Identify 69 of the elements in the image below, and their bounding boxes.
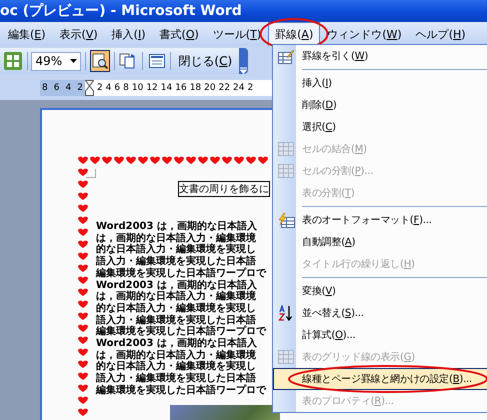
menu-item[interactable]: 線種とページ罫線と網かけの設定(B)...: [273, 368, 487, 390]
lightning-table-icon: [278, 212, 294, 228]
ruler-number: 2: [96, 83, 103, 93]
menu-bar-item[interactable]: ヘルプ(H): [408, 22, 473, 46]
menu-bar-item[interactable]: 挿入(I): [104, 22, 153, 46]
multiple-pages-button[interactable]: [3, 50, 23, 72]
menu-item[interactable]: 挿入(I): [273, 72, 487, 94]
body-text-line: は，画期的な日本語入力・編集環境: [96, 350, 257, 361]
ruler-number: 4: [106, 83, 112, 93]
ruler-number: 8: [123, 83, 129, 93]
menu-item[interactable]: 表のオートフォーマット(F)...: [273, 209, 487, 231]
ruler-number: 20: [204, 83, 216, 93]
toolbar-options-button[interactable]: [239, 48, 248, 74]
magnifier-toggle-button[interactable]: [90, 50, 110, 72]
ruler-number: 4: [65, 83, 72, 93]
body-text-line: 的な日本語入力・編集環境を実現し: [96, 361, 257, 372]
menu-bar-item[interactable]: ウィンドウ(W): [320, 22, 409, 46]
window-title: oc (プレビュー) - Microsoft Word: [0, 2, 242, 20]
menu-bar-item[interactable]: 表示(V): [52, 22, 105, 46]
menu-item[interactable]: 罫線を引く(W): [273, 45, 487, 67]
body-text-line: 語入力・編集環境を実現した日本語: [96, 256, 257, 268]
body-text-line: は，画期的な日本語入力・編集環境: [96, 232, 257, 244]
body-text-line: 編集環境を実現した日本語ワープロで: [96, 384, 268, 397]
grid-table-icon: [278, 350, 294, 364]
sort-az-icon: [278, 305, 294, 321]
body-text-line: Word2003 は，画期的な日本語入: [96, 221, 258, 232]
close-preview-button[interactable]: 閉じる(C): [175, 52, 236, 70]
ruler-number: 14: [160, 83, 172, 93]
zoom-dropdown[interactable]: 49%: [31, 52, 81, 70]
menu-bar-item[interactable]: 編集(E): [1, 22, 53, 46]
four-squares-icon: [4, 52, 22, 70]
menu-item[interactable]: 変換(V): [273, 280, 487, 302]
body-text-line: Word2003 は，画期的な日本語入: [96, 280, 258, 291]
pages-icon: [119, 53, 138, 69]
magnifier-page-icon: [92, 53, 108, 69]
body-text-line: 語入力・編集環境を実現した日本語: [96, 314, 257, 326]
menu-item[interactable]: 削除(D): [273, 94, 487, 116]
body-text-line: は，画期的な日本語入力・編集環境: [96, 291, 257, 302]
ruler-number: 2: [248, 83, 254, 93]
ruler-number: 24: [233, 83, 244, 93]
ruler-number: 6: [114, 83, 120, 93]
ruler-number: 8: [42, 83, 48, 93]
menu-item[interactable]: 並べ替え(S)...: [273, 302, 487, 324]
body-text-line: 編集環境を実現した日本語ワープロで: [96, 268, 268, 280]
ruler-number: 22: [218, 83, 230, 93]
ruler-number: 10: [132, 83, 144, 93]
corner-mark-icon: [86, 169, 96, 178]
menu-item[interactable]: 選択(C): [273, 116, 487, 138]
grid-table-icon: [278, 164, 294, 178]
ruler-number: 12: [146, 83, 158, 93]
menu-item[interactable]: 計算式(O)...: [273, 324, 487, 346]
ruler-number: 2: [77, 83, 83, 93]
body-text-line: 編集環境を実現した日本語ワープロで: [96, 326, 268, 338]
pencil-table-icon: [278, 48, 294, 64]
menu-bar-item[interactable]: 書式(O): [152, 22, 206, 46]
body-text-line: Word2003 は，画期的な日本語入: [96, 338, 258, 350]
indent-marker-icon[interactable]: [84, 80, 94, 96]
ruler-number: 16: [175, 83, 187, 93]
ruler-number: 18: [190, 83, 202, 93]
window-icon: [148, 54, 165, 68]
chevron-icon: [240, 67, 248, 74]
menu-item[interactable]: 自動調整(A): [273, 231, 487, 253]
caret-icon: [70, 59, 77, 63]
menu-bar-item[interactable]: ツール(T): [206, 22, 268, 46]
body-text-line: 的な日本語入力・編集環境を実現し: [96, 244, 257, 256]
table-icon: [278, 142, 294, 156]
body-text-line: 語入力・編集環境を実現した日本語: [96, 373, 257, 384]
ruler-number: 6: [54, 83, 60, 93]
body-text-line: 的な日本語入力・編集環境を実現し: [96, 302, 257, 314]
